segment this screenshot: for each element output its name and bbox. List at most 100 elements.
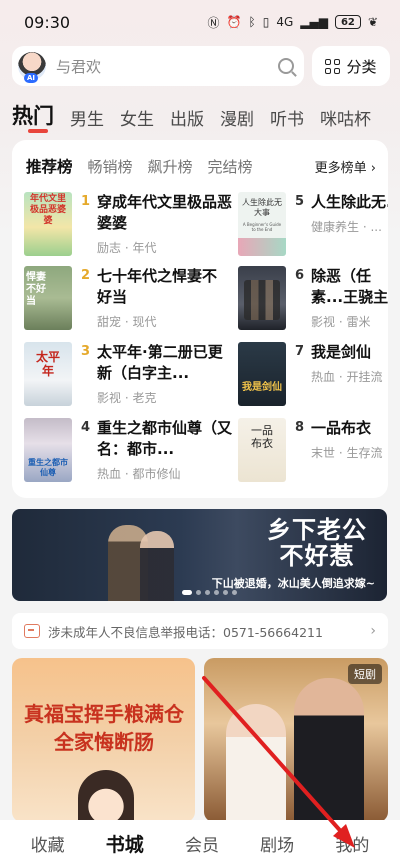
report-notice[interactable]: 涉未成年人不良信息举报电话：0571-56664211 › [12,613,388,649]
avatar[interactable]: AI [18,52,46,83]
signal-label: 4G [276,15,294,29]
book-item[interactable]: 我是剑仙 7 我是剑仙 热血 · 开挂流 [238,342,388,406]
report-notice-text: 涉未成年人不良信息举报电话：0571-56664211 [48,624,323,640]
book-cover[interactable]: 太平年 [24,342,72,406]
search-box[interactable]: AI 与君欢 [12,46,304,86]
recommend-left-title: 真福宝挥手粮满仓全家悔断肠 [24,702,184,754]
recommend-card-left[interactable]: 真福宝挥手粮满仓全家悔断肠 [12,658,195,822]
rank-number: 1 [81,194,91,209]
pagination-dot [223,590,228,595]
book-tags: 健康养生 · ... [311,220,382,234]
book-tags: 末世 · 生存流 [311,446,383,460]
tab-female[interactable]: 女生 [120,105,154,130]
book-title: 七十年代之悍妻不好当 [97,267,218,306]
book-cover[interactable]: 人生除此无大事 A Beginner's Guide to the End [238,192,286,256]
drama-figure-woman [226,704,286,822]
more-rank-label: 更多榜单 [314,160,367,176]
tab-male[interactable]: 男生 [70,105,104,130]
cover-title: 年代文里极品恶婆婆 [29,194,66,226]
status-icons: Ⓝ ⏰ ᛒ ▯ 4G ▂▄▆ 62 ❦ [208,14,378,31]
banner-figure-2 [140,531,174,601]
signal-icon: ▂▄▆ [300,15,328,29]
nav-theater[interactable]: 剧场 [260,831,294,856]
category-label: 分类 [346,57,377,76]
book-item[interactable]: 太平年 3 太平年·第二册已更新（白字主... 影视 · 老克 [24,342,239,406]
cover-art [238,238,286,256]
book-cover[interactable]: 我是剑仙 [238,342,286,406]
rank-tab-recommend[interactable]: 推荐榜 [26,155,73,177]
cover-title: 悍妻不好当 [26,272,46,307]
cover-subtitle: A Beginner's Guide to the End [242,222,282,232]
nfc-icon: Ⓝ [207,15,220,30]
pagination-dot [182,590,192,595]
search-input[interactable]: 与君欢 [56,56,278,77]
book-cover[interactable]: 悍妻不好当 [24,266,72,330]
book-title: 人生除此无... [311,193,388,211]
rank-number: 5 [295,194,305,209]
book-title: 太平年·第二册已更新（白字主... [97,343,223,382]
cover-title: 太平年 [35,350,60,378]
book-item[interactable]: 悍妻不好当 2 七十年代之悍妻不好当 甜宠 · 现代 [24,266,239,330]
rank-number: 7 [295,344,305,359]
cover-title: 一品布衣 [251,424,273,450]
tab-publish[interactable]: 出版 [170,105,204,130]
cover-title: 人生除此无大事 [242,198,282,217]
rank-number: 3 [81,344,91,359]
rank-tab-rising[interactable]: 飙升榜 [148,156,193,177]
book-tags: 热血 · 都市修仙 [97,467,181,481]
book-item[interactable]: 一品布衣 8 一品布衣 末世 · 生存流 [238,418,388,482]
book-cover[interactable] [238,266,286,330]
chevron-right-icon: › [370,160,376,176]
tab-audiobook[interactable]: 听书 [270,105,304,130]
banner-subtitle: 下山被退婚，冰山美人倒追求嫁~ [211,577,375,590]
grid-icon [325,58,341,74]
book-tags: 影视 · 雷米 [311,315,371,329]
book-tags: 影视 · 老克 [97,391,157,405]
rank-tabs: 推荐榜 畅销榜 飙升榜 完结榜 更多榜单 › [26,154,376,178]
nav-favorites[interactable]: 收藏 [31,831,65,856]
recommend-card-right[interactable]: 短剧 [204,658,388,822]
cover-title: 重生之都市仙尊 [28,458,68,477]
tab-migu-cup[interactable]: 咪咕杯 [320,105,371,130]
banner-title-line1: 乡下老公 [267,515,367,544]
report-icon [24,624,40,638]
banner-title: 乡下老公 不好惹 [267,517,367,569]
book-item[interactable]: 年代文里极品恶婆婆 1 穿成年代文里极品恶婆婆 励志 · 年代 [24,192,239,256]
tab-hot[interactable]: 热门 [12,100,54,133]
rank-number: 8 [295,420,305,435]
nav-mine[interactable]: 我的 [335,831,369,856]
book-item[interactable]: 重生之都市仙尊 4 重生之都市仙尊（又名：都市... 热血 · 都市修仙 [24,418,239,482]
cover-figures [244,280,280,320]
rank-tab-bestseller[interactable]: 畅销榜 [88,156,133,177]
chevron-right-icon: › [370,623,376,639]
book-item[interactable]: 6 除恶（任素...王骁主演国... 影视 · 雷米 [238,266,388,330]
book-cover[interactable]: 重生之都市仙尊 [24,418,72,482]
pagination-dot [214,590,219,595]
cover-title: 我是剑仙 [242,382,282,393]
rank-number: 6 [295,268,305,283]
book-cover[interactable]: 年代文里极品恶婆婆 [24,192,72,256]
search-icon[interactable] [278,58,294,74]
rank-card: 推荐榜 畅销榜 飙升榜 完结榜 更多榜单 › 年代文里极品恶婆婆 1 穿成年代文… [12,140,388,498]
category-button[interactable]: 分类 [312,46,390,86]
book-item[interactable]: 人生除此无大事 A Beginner's Guide to the End 5 … [238,192,388,256]
alarm-icon: ⏰ [226,15,242,29]
rank-number: 2 [81,268,91,283]
rank-number: 4 [81,420,91,435]
vibrate-icon: ▯ [262,15,270,29]
promo-banner[interactable]: 乡下老公 不好惹 下山被退婚，冰山美人倒追求嫁~ [12,509,387,601]
status-bar: 09:30 Ⓝ ⏰ ᛒ ▯ 4G ▂▄▆ 62 ❦ [0,0,400,44]
tab-comic-drama[interactable]: 漫剧 [220,105,254,130]
book-tags: 励志 · 年代 [97,241,157,255]
nav-member[interactable]: 会员 [185,831,219,856]
book-tags: 热血 · 开挂流 [311,370,383,384]
book-tags: 甜宠 · 现代 [97,315,157,329]
book-cover[interactable]: 一品布衣 [238,418,286,482]
nav-bookstore[interactable]: 书城 [106,830,144,857]
battery-icon: 62 [334,15,361,29]
cartoon-character [78,770,134,822]
channel-tabs: 热门 男生 女生 出版 漫剧 听书 咪咕杯 [12,98,371,133]
rank-tab-completed[interactable]: 完结榜 [208,156,253,177]
pagination-dot [205,590,210,595]
more-rank-link[interactable]: 更多榜单 › [315,157,376,176]
